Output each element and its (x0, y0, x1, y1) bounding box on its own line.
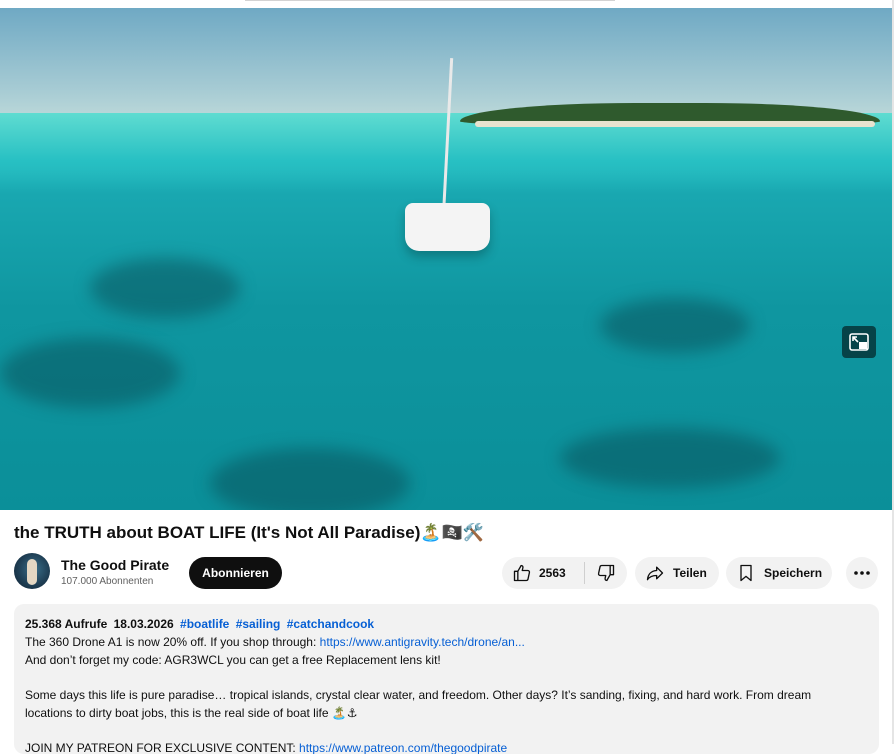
description-text: locations to dirty boat jobs, this is th… (25, 706, 332, 720)
video-sky (0, 8, 892, 113)
patreon-link[interactable]: https://www.patreon.com/thegoodpirate (299, 741, 507, 754)
like-button[interactable]: 2563 (502, 557, 574, 589)
video-title-text: the TRUTH about BOAT LIFE (It's Not All … (14, 523, 421, 542)
description-line: locations to dirty boat jobs, this is th… (25, 704, 868, 722)
more-horizontal-icon (854, 571, 870, 575)
share-button[interactable]: Teilen (635, 557, 719, 589)
thumbs-down-icon (597, 564, 615, 582)
channel-avatar[interactable] (14, 553, 50, 589)
video-reef (560, 428, 780, 488)
bookmark-icon (740, 564, 752, 582)
upload-date: 18.03.2026 (113, 617, 174, 631)
share-arrow-icon (646, 566, 664, 581)
more-actions-button[interactable] (846, 557, 878, 589)
video-reef (0, 338, 180, 408)
video-beach (475, 121, 875, 127)
miniplayer-button[interactable] (842, 326, 876, 358)
subscribe-button[interactable]: Abonnieren (189, 557, 282, 589)
description-line: The 360 Drone A1 is now 20% off. If you … (25, 633, 868, 651)
video-title: the TRUTH about BOAT LIFE (It's Not All … (14, 522, 874, 544)
like-count: 2563 (539, 566, 566, 580)
hashtag-link[interactable]: #catchandcook (287, 617, 374, 631)
video-reef (210, 448, 410, 510)
subscriber-count: 107.000 Abonnenten (61, 576, 154, 587)
hashtag-link[interactable]: #sailing (236, 617, 281, 631)
video-title-emoji: 🏝️🏴‍☠️🛠️ (420, 523, 484, 543)
channel-name[interactable]: The Good Pirate (61, 557, 169, 573)
description-text: JOIN MY PATREON FOR EXCLUSIVE CONTENT: (25, 741, 300, 754)
description-meta: 25.368 Aufrufe 18.03.2026 #boatlife #sai… (25, 615, 868, 633)
description-emoji: 🏝️⚓ (331, 706, 358, 720)
share-label: Teilen (673, 566, 707, 580)
video-boat (405, 203, 490, 251)
view-count: 25.368 Aufrufe (25, 617, 108, 631)
video-reef (600, 298, 750, 353)
thumbs-up-icon (513, 564, 531, 582)
search-box-edge[interactable] (245, 0, 615, 1)
top-bar (0, 0, 894, 8)
video-reef (90, 258, 240, 318)
video-player[interactable] (0, 8, 892, 510)
description-line: Some days this life is pure paradise… tr… (25, 688, 812, 702)
description-line: JOIN MY PATREON FOR EXCLUSIVE CONTENT: h… (25, 739, 868, 754)
like-dislike-group: 2563 (502, 557, 627, 589)
sponsor-link[interactable]: https://www.antigravity.tech/drone/an... (320, 635, 525, 649)
save-label: Speichern (764, 566, 823, 580)
description-line: And don’t forget my code: AGR3WCL you ca… (25, 653, 441, 667)
hashtag-link[interactable]: #boatlife (180, 617, 229, 631)
miniplayer-icon (849, 333, 869, 351)
description-text: The 360 Drone A1 is now 20% off. If you … (25, 635, 320, 649)
dislike-button[interactable] (585, 557, 627, 589)
description-box[interactable]: 25.368 Aufrufe 18.03.2026 #boatlife #sai… (14, 604, 879, 754)
save-button[interactable]: Speichern (726, 557, 832, 589)
